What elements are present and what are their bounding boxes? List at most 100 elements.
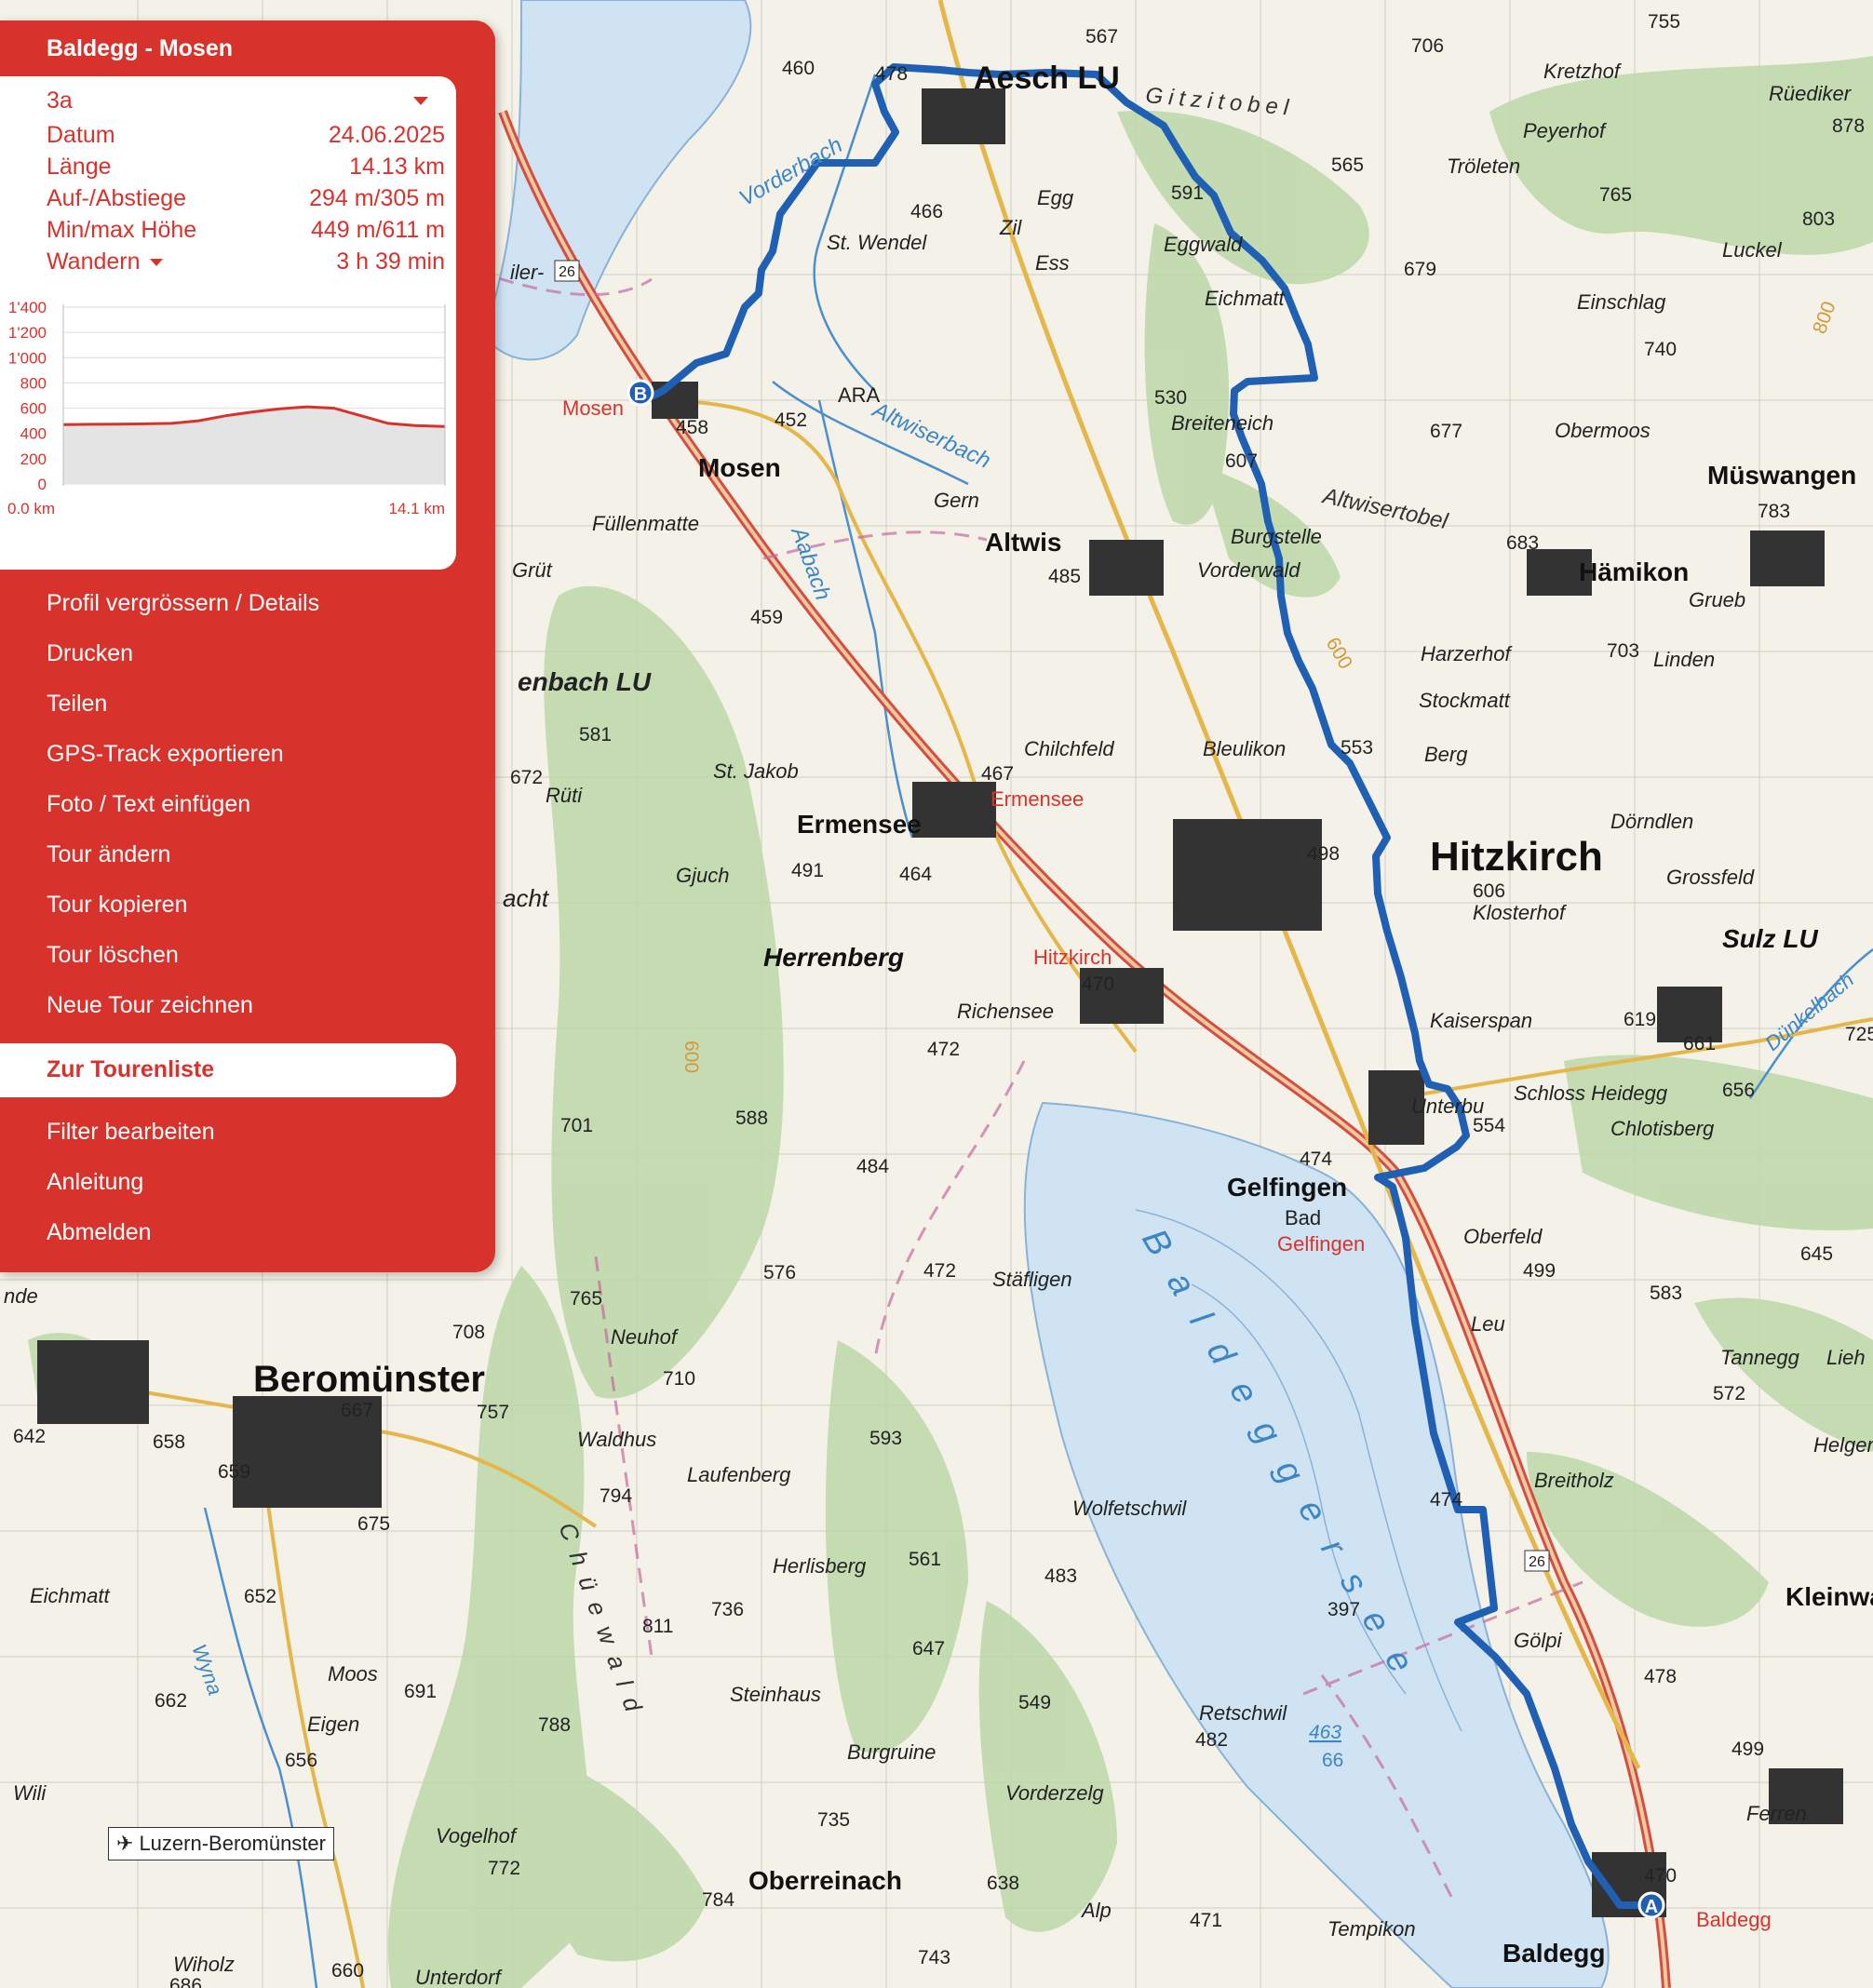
place-label: Alp xyxy=(1080,1899,1112,1922)
activity-label: Wandern xyxy=(47,248,141,275)
place-label: Burgstelle xyxy=(1231,525,1322,548)
menu-instructions[interactable]: Anleitung xyxy=(47,1169,143,1196)
place-label: Harzerhof xyxy=(1421,642,1513,665)
menu-add-photo-text[interactable]: Foto / Text einfügen xyxy=(47,791,250,818)
height-label: 672 xyxy=(510,767,543,788)
place-label: Berg xyxy=(1424,743,1468,766)
height-label: 784 xyxy=(702,1889,734,1911)
height-label: 757 xyxy=(477,1402,509,1423)
place-label: Wolfetschwil xyxy=(1072,1497,1187,1520)
height-label: 772 xyxy=(488,1858,520,1879)
height-label: 499 xyxy=(1732,1739,1764,1760)
place-label: Unterdorf xyxy=(415,1966,504,1988)
place-baldegg: Baldegg xyxy=(1502,1939,1605,1968)
place-label: nde xyxy=(4,1284,38,1308)
menu-export-gps[interactable]: GPS-Track exportieren xyxy=(47,741,284,768)
height-label: 725 xyxy=(1845,1024,1873,1045)
profile-y-tick-label: 800 xyxy=(20,374,47,392)
elevation-profile-chart[interactable]: 1'400 1'200 1'000 800 600 400 200 0 0.0 km 14.1… xyxy=(0,295,456,546)
height-label: 561 xyxy=(909,1549,941,1570)
menu-delete-tour[interactable]: Tour löschen xyxy=(47,942,179,969)
height-label: 467 xyxy=(981,763,1014,785)
tour-title: Baldegg - Mosen xyxy=(47,35,234,61)
height-label: 459 xyxy=(750,607,783,628)
menu-profile-details[interactable]: Profil vergrössern / Details xyxy=(47,590,319,617)
place-label: Wili xyxy=(13,1781,47,1805)
place-label: Neuhof xyxy=(611,1325,680,1349)
place-label: Peyerhof xyxy=(1523,119,1608,142)
place-label: Ferren xyxy=(1746,1802,1807,1825)
height-label: 565 xyxy=(1331,154,1364,176)
height-label: 491 xyxy=(791,860,824,881)
tour-list-button[interactable]: Zur Tourenliste xyxy=(0,1043,456,1097)
place-label: Rüediker xyxy=(1769,82,1853,105)
place-label: Bad xyxy=(1285,1206,1321,1229)
height-label: 691 xyxy=(404,1681,437,1702)
info-row-ascent-descent: Auf-/Abstiege 294 m/305 m xyxy=(47,185,445,217)
profile-y-tick-label: 200 xyxy=(20,450,47,468)
route-variant-dropdown[interactable]: 3a xyxy=(47,87,428,114)
menu-print[interactable]: Drucken xyxy=(47,640,133,667)
height-label: 464 xyxy=(899,864,932,885)
height-label: 794 xyxy=(600,1485,632,1507)
start-marker-a[interactable]: A xyxy=(1637,1891,1665,1919)
height-label: 735 xyxy=(817,1809,850,1831)
route-variant-value: 3a xyxy=(47,87,73,114)
height-label: 679 xyxy=(1404,259,1436,280)
place-label: Gern xyxy=(934,489,979,512)
menu-new-tour[interactable]: Neue Tour zeichnen xyxy=(47,992,253,1019)
place-label: Chilchfeld xyxy=(1024,737,1114,760)
place-label: Obermoos xyxy=(1555,419,1651,442)
info-row-date: Datum 24.06.2025 xyxy=(47,122,445,154)
height-label: 470 xyxy=(1082,974,1114,995)
svg-text:B: B xyxy=(634,384,647,405)
place-label: Grüt xyxy=(512,558,553,582)
height-label: 576 xyxy=(763,1262,796,1283)
profile-y-tick-label: 1'200 xyxy=(8,324,47,342)
height-label: 683 xyxy=(1506,532,1539,554)
height-label: 619 xyxy=(1624,1009,1656,1030)
place-label: Luckel xyxy=(1722,238,1783,262)
chevron-down-icon xyxy=(413,97,428,105)
place-label: Retschwil xyxy=(1199,1701,1287,1725)
info-value: 3 h 39 min xyxy=(336,248,445,275)
place-label: Eichmatt xyxy=(1205,287,1285,310)
airplane-icon: ✈ xyxy=(116,1832,134,1855)
menu-copy-tour[interactable]: Tour kopieren xyxy=(47,892,187,919)
place-oberreinach: Oberreinach xyxy=(748,1866,902,1895)
height-label: 472 xyxy=(923,1260,956,1282)
station-label: Ermensee xyxy=(990,787,1084,811)
station-label: Mosen xyxy=(562,396,624,420)
height-label: 482 xyxy=(1195,1729,1228,1751)
place-label: iler- xyxy=(510,261,544,284)
height-label: 660 xyxy=(331,1960,364,1981)
station-label: Hitzkirch xyxy=(1033,946,1112,969)
menu-share[interactable]: Teilen xyxy=(47,691,107,718)
height-label: 708 xyxy=(452,1322,485,1343)
height-label: 567 xyxy=(1085,26,1118,47)
place-label: Gjuch xyxy=(676,864,729,887)
height-label: 647 xyxy=(912,1638,945,1659)
info-value: 449 m/611 m xyxy=(310,217,445,243)
height-label: 878 xyxy=(1832,115,1865,137)
profile-y-tick-label: 1'400 xyxy=(8,299,47,316)
profile-y-tick-label: 0 xyxy=(38,476,47,493)
place-label: Lieh xyxy=(1826,1346,1866,1369)
menu-edit-tour[interactable]: Tour ändern xyxy=(47,841,170,868)
place-label: Stockmatt xyxy=(1419,689,1511,712)
place-label: St. Wendel xyxy=(827,231,927,254)
height-label: 530 xyxy=(1154,387,1187,409)
menu-logout[interactable]: Abmelden xyxy=(47,1219,152,1246)
height-label: 470 xyxy=(1644,1865,1677,1887)
height-label: 397 xyxy=(1327,1599,1360,1620)
menu-edit-filter[interactable]: Filter bearbeiten xyxy=(47,1119,215,1146)
place-label: Moos xyxy=(328,1662,378,1686)
end-marker-b[interactable]: B xyxy=(627,379,654,407)
place-label: Eigen xyxy=(307,1713,359,1736)
place-label: Einschlag xyxy=(1577,290,1666,314)
info-row-min-max-height: Min/max Höhe 449 m/611 m xyxy=(47,217,445,248)
place-label: Eggwald xyxy=(1164,233,1243,256)
place-altwis: Altwis xyxy=(985,528,1061,557)
activity-dropdown[interactable]: Wandern xyxy=(47,248,163,275)
place-herrenberg: Herrenberg xyxy=(763,943,904,972)
